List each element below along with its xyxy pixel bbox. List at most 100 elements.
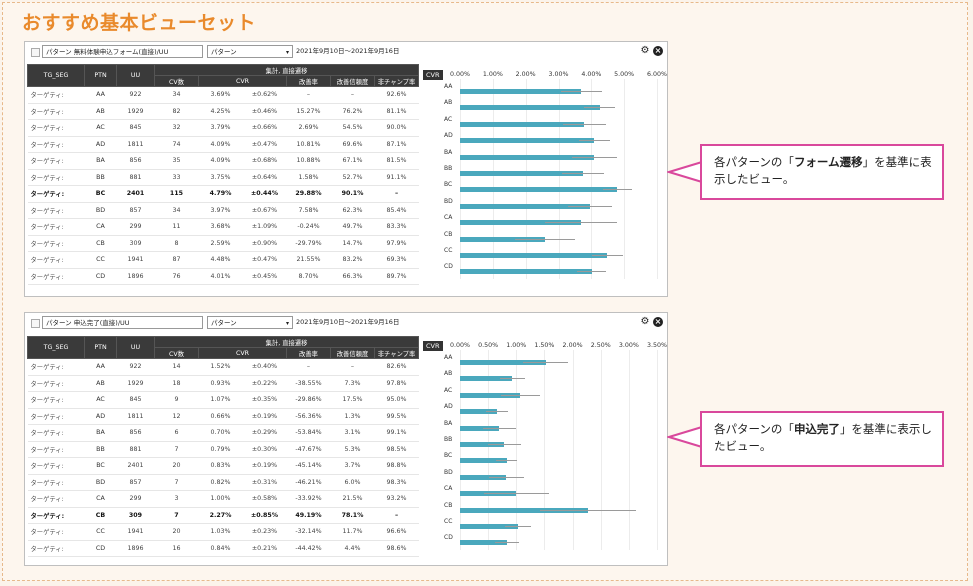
table-row[interactable]: ターゲティ: BC 2401 20 0.83% ±0.19% -45.14% 3.7% 98.8… xyxy=(27,457,419,475)
category-label: CD xyxy=(444,534,453,542)
category-label: BD xyxy=(444,197,453,205)
close-icon[interactable]: × xyxy=(653,317,663,327)
table-row[interactable]: ターゲティ: AB 1929 82 4.25% ±0.46% 15.27% 76.2% 81.1… xyxy=(27,103,419,120)
table-row[interactable]: ターゲティ: BD 857 34 3.97% ±0.67% 7.58% 62.3% 85.4% xyxy=(27,202,419,219)
gear-icon[interactable]: ⚙ xyxy=(640,46,650,56)
col-ptn[interactable]: PTN xyxy=(84,64,117,87)
cell-cvr-range: ±0.40% xyxy=(242,358,287,376)
col-ptn[interactable]: PTN xyxy=(84,336,117,359)
cell-confidence: 54.5% xyxy=(330,119,375,137)
cell-cv: 3 xyxy=(154,490,199,508)
cell-improve: -44.42% xyxy=(286,540,331,557)
category-label: BA xyxy=(444,148,453,156)
col-nonchamp[interactable]: 非チャンプ率 xyxy=(373,347,420,359)
table-row[interactable]: ターゲティ: CB 309 7 2.27% ±0.85% 49.19% 78.1% – xyxy=(27,507,419,524)
category-label: AC xyxy=(444,115,453,123)
cell-confidence: 4.4% xyxy=(330,540,375,557)
cell-uu: 856 xyxy=(116,424,155,442)
table-row[interactable]: ターゲティ: AD 1811 12 0.66% ±0.19% -56.36% 1.3% 99.5… xyxy=(27,408,419,425)
cell-cvr-range: ±0.68% xyxy=(242,152,287,170)
view-checkbox[interactable] xyxy=(31,319,40,328)
date-range[interactable]: 2021年9月10日～2021年9月16日 xyxy=(296,45,399,58)
cell-cvr-range: ±0.44% xyxy=(242,185,287,203)
cvr-bar xyxy=(460,105,600,111)
cell-seg: ターゲティ: xyxy=(27,490,85,508)
col-nonchamp[interactable]: 非チャンプ率 xyxy=(373,75,420,87)
col-uu[interactable]: UU xyxy=(116,336,155,359)
cell-cvr-range: ±0.58% xyxy=(242,490,287,508)
table-row[interactable]: ターゲティ: AC 845 32 3.79% ±0.66% 2.69% 54.5% 90.0% xyxy=(27,119,419,137)
col-confidence[interactable]: 改善信頼度 xyxy=(330,75,375,87)
table-row[interactable]: ターゲティ: BA 856 6 0.70% ±0.29% -53.84% 3.1% 99.1% xyxy=(27,424,419,442)
view-checkbox[interactable] xyxy=(31,48,40,57)
cell-uu: 881 xyxy=(116,441,155,458)
metric-selector[interactable]: パターン 申込完了(直接)/UU xyxy=(42,316,203,329)
cell-improve: 2.69% xyxy=(286,119,331,137)
cell-improve: – xyxy=(286,86,331,104)
cell-cvr-range: ±0.66% xyxy=(242,119,287,137)
table-row[interactable]: ターゲティ: CC 1941 20 1.03% ±0.23% -32.14% 11.7% 96.… xyxy=(27,523,419,541)
error-bar xyxy=(487,444,522,445)
cell-ptn: BD xyxy=(84,202,117,219)
cell-uu: 1811 xyxy=(116,136,155,153)
category-label: CB xyxy=(444,230,453,238)
x-tick-label: 3.50% xyxy=(646,342,668,349)
cell-uu: 1941 xyxy=(116,251,155,269)
cell-improve: 21.55% xyxy=(286,251,331,269)
cell-ptn: AB xyxy=(84,375,117,392)
table-row[interactable]: ターゲティ: AB 1929 18 0.93% ±0.22% -38.55% 7.3% 97.8… xyxy=(27,375,419,392)
category-label: CA xyxy=(444,214,453,222)
table-row[interactable]: ターゲティ: AC 845 9 1.07% ±0.35% -29.86% 17.5% 95.0% xyxy=(27,391,419,409)
metric-selector[interactable]: パターン 無料体験申込フォーム(直接)/UU xyxy=(42,45,203,58)
close-icon[interactable]: × xyxy=(653,46,663,56)
category-label: AC xyxy=(444,386,453,394)
table-row[interactable]: ターゲティ: CA 299 11 3.68% ±1.09% -0.24% 49.7% 83.3% xyxy=(27,218,419,236)
table-row[interactable]: ターゲティ: CD 1896 16 0.84% ±0.21% -44.42% 4.4% 98.6… xyxy=(27,540,419,557)
table-row[interactable]: ターゲティ: BD 857 7 0.82% ±0.31% -46.21% 6.0% 98.3% xyxy=(27,474,419,491)
col-uu[interactable]: UU xyxy=(116,64,155,87)
col-tg-seg[interactable]: TG_SEG xyxy=(27,336,85,359)
cell-cvr-range: ±0.62% xyxy=(242,86,287,104)
gear-icon[interactable]: ⚙ xyxy=(640,317,650,327)
category-label: CD xyxy=(444,263,453,271)
cell-confidence: 3.1% xyxy=(330,424,375,442)
col-improve[interactable]: 改善率 xyxy=(286,75,331,87)
cell-ptn: BB xyxy=(84,441,117,458)
cell-cvr: 0.84% xyxy=(198,540,243,557)
col-cvr[interactable]: CVR xyxy=(198,347,287,359)
date-range[interactable]: 2021年9月10日～2021年9月16日 xyxy=(296,316,399,329)
table-row[interactable]: ターゲティ: AA 922 14 1.52% ±0.40% – –82.6% xyxy=(27,358,419,376)
table-row[interactable]: ターゲティ: CC 1941 87 4.48% ±0.47% 21.55% 83.2% 69.3… xyxy=(27,251,419,269)
cvr-chart: CVR 0.00% 1.00% 2.00% 3.00% 4.00% 5.00% 6.00% A… xyxy=(422,69,667,294)
cell-improve: -47.67% xyxy=(286,441,331,458)
cell-uu: 1929 xyxy=(116,103,155,120)
cell-ptn: BD xyxy=(84,474,117,491)
table-row[interactable]: ターゲティ: CD 1896 76 4.01% ±0.45% 8.70% 66.3% 89.7% xyxy=(27,268,419,285)
table-row[interactable]: ターゲティ: CA 299 3 1.00% ±0.58% -33.92% 21.5% 93.2% xyxy=(27,490,419,508)
col-tg-seg[interactable]: TG_SEG xyxy=(27,64,85,87)
table-row[interactable]: ターゲティ: AA 922 34 3.69% ±0.62% – –92.6% xyxy=(27,86,419,104)
cell-nonchamp: 97.9% xyxy=(374,235,419,252)
dimension-dropdown[interactable]: パターン ▾ xyxy=(207,45,293,58)
error-bar xyxy=(591,255,623,256)
table-row[interactable]: ターゲティ: CB 309 8 2.59% ±0.90% -29.79% 14.7% 97.9% xyxy=(27,235,419,252)
cell-cvr: 0.93% xyxy=(198,375,243,392)
table-row[interactable]: ターゲティ: AD 1811 74 4.09% ±0.47% 10.81% 69.6% 87.1… xyxy=(27,136,419,153)
cell-cvr-range: ±0.22% xyxy=(242,375,287,392)
col-cv[interactable]: CV数 xyxy=(154,347,199,359)
cell-confidence: 21.5% xyxy=(330,490,375,508)
table-row[interactable]: ターゲティ: BA 856 35 4.09% ±0.68% 10.88% 67.1% 81.5% xyxy=(27,152,419,170)
dimension-dropdown[interactable]: パターン ▾ xyxy=(207,316,293,329)
table-row[interactable]: ターゲティ: BC 2401 115 4.79% ±0.44% 29.88% 90.1% – xyxy=(27,185,419,203)
callout-form: 各パターンの「フォーム遷移」を基準に表示したビュー。 xyxy=(700,144,944,200)
col-cvr[interactable]: CVR xyxy=(198,75,287,87)
cell-uu: 856 xyxy=(116,152,155,170)
col-confidence[interactable]: 改善信頼度 xyxy=(330,347,375,359)
cell-nonchamp: 98.6% xyxy=(374,540,419,557)
table-row[interactable]: ターゲティ: BB 881 7 0.79% ±0.30% -47.67% 5.3% 98.5% xyxy=(27,441,419,458)
col-improve[interactable]: 改善率 xyxy=(286,347,331,359)
col-cv[interactable]: CV数 xyxy=(154,75,199,87)
x-tick-label: 3.00% xyxy=(548,71,569,78)
table-row[interactable]: ターゲティ: BB 881 33 3.75% ±0.64% 1.58% 52.7% 91.1% xyxy=(27,169,419,186)
cell-cvr: 0.79% xyxy=(198,441,243,458)
